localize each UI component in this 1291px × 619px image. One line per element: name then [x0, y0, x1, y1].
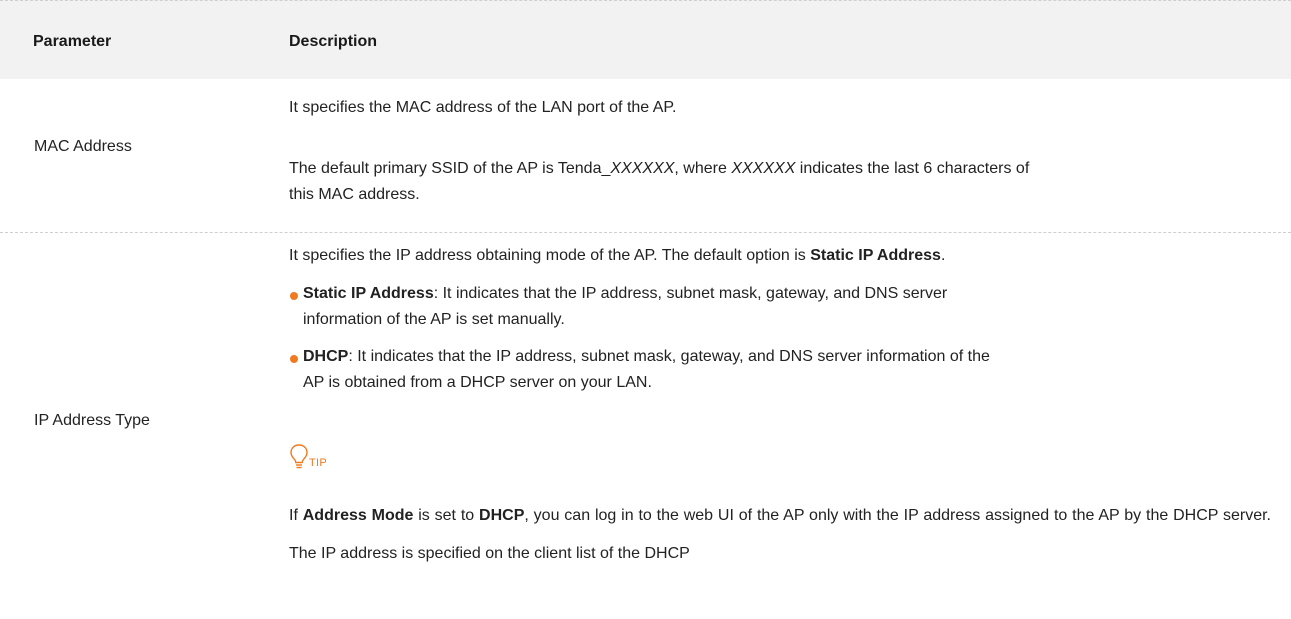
bullet-static-term: Static IP Address — [303, 285, 434, 302]
param-ip-address-type: IP Address Type — [34, 412, 150, 429]
bullet-static-text-1: : It indicates that the IP address, subn… — [433, 285, 948, 302]
row-divider — [0, 232, 1291, 233]
mac-desc-text-1: It specifies the MAC address of the LAN … — [289, 99, 677, 116]
table-header: Parameter Description — [0, 0, 1291, 79]
ip-intro-default-option: Static IP Address — [810, 247, 941, 264]
bullet-dot-icon — [290, 292, 298, 300]
mac-desc-line-1: It specifies the MAC address of the LAN … — [289, 95, 1264, 121]
header-parameter: Parameter — [33, 33, 112, 50]
mac-desc-text-2c: , where — [674, 160, 732, 177]
tip-dhcp: DHCP — [479, 507, 525, 524]
tip-text-c: is set to — [413, 507, 480, 524]
header-description: Description — [289, 33, 378, 50]
mac-desc-text-3: this MAC address. — [289, 186, 420, 203]
mac-desc-text-2e: indicates the last 6 characters of — [795, 160, 1030, 177]
mac-desc-placeholder: XXXXXX — [731, 160, 796, 177]
ip-desc-intro: It specifies the IP address obtaining mo… — [289, 243, 1264, 269]
bullet-static-line-1: Static IP Address: It indicates that the… — [303, 281, 1283, 307]
tip-address-mode: Address Mode — [302, 507, 414, 524]
bullet-static-text-2: information of the AP is set manually. — [303, 311, 565, 328]
tip-paragraph: If Address Mode is set to DHCP, you can … — [289, 497, 1271, 573]
bullet-dhcp-line-2: AP is obtained from a DHCP server on you… — [303, 370, 1283, 396]
bullet-dhcp-text-2: AP is obtained from a DHCP server on you… — [303, 374, 652, 391]
mac-desc-line-2: The default primary SSID of the AP is Te… — [289, 156, 1264, 182]
tip-label: TIP — [309, 457, 328, 469]
mac-desc-ssid-suffix: XXXXXX — [610, 160, 675, 177]
param-mac-address: MAC Address — [34, 138, 132, 155]
tip-text-a: If — [289, 507, 303, 524]
bullet-static-line-2: information of the AP is set manually. — [303, 307, 1283, 333]
bullet-dhcp-term: DHCP — [303, 348, 349, 365]
bullet-dhcp-line-1: DHCP: It indicates that the IP address, … — [303, 344, 1283, 370]
mac-desc-text-2a: The default primary SSID of the AP is Te… — [289, 160, 611, 177]
mac-desc-line-3: this MAC address. — [289, 182, 1264, 208]
bullet-dhcp-text-1: : It indicates that the IP address, subn… — [348, 348, 990, 365]
lightbulb-icon — [290, 444, 308, 469]
bullet-dot-icon — [290, 355, 298, 363]
tip-heading: TIP — [289, 443, 369, 473]
ip-intro-period: . — [940, 247, 946, 264]
ip-intro-text: It specifies the IP address obtaining mo… — [289, 247, 811, 264]
